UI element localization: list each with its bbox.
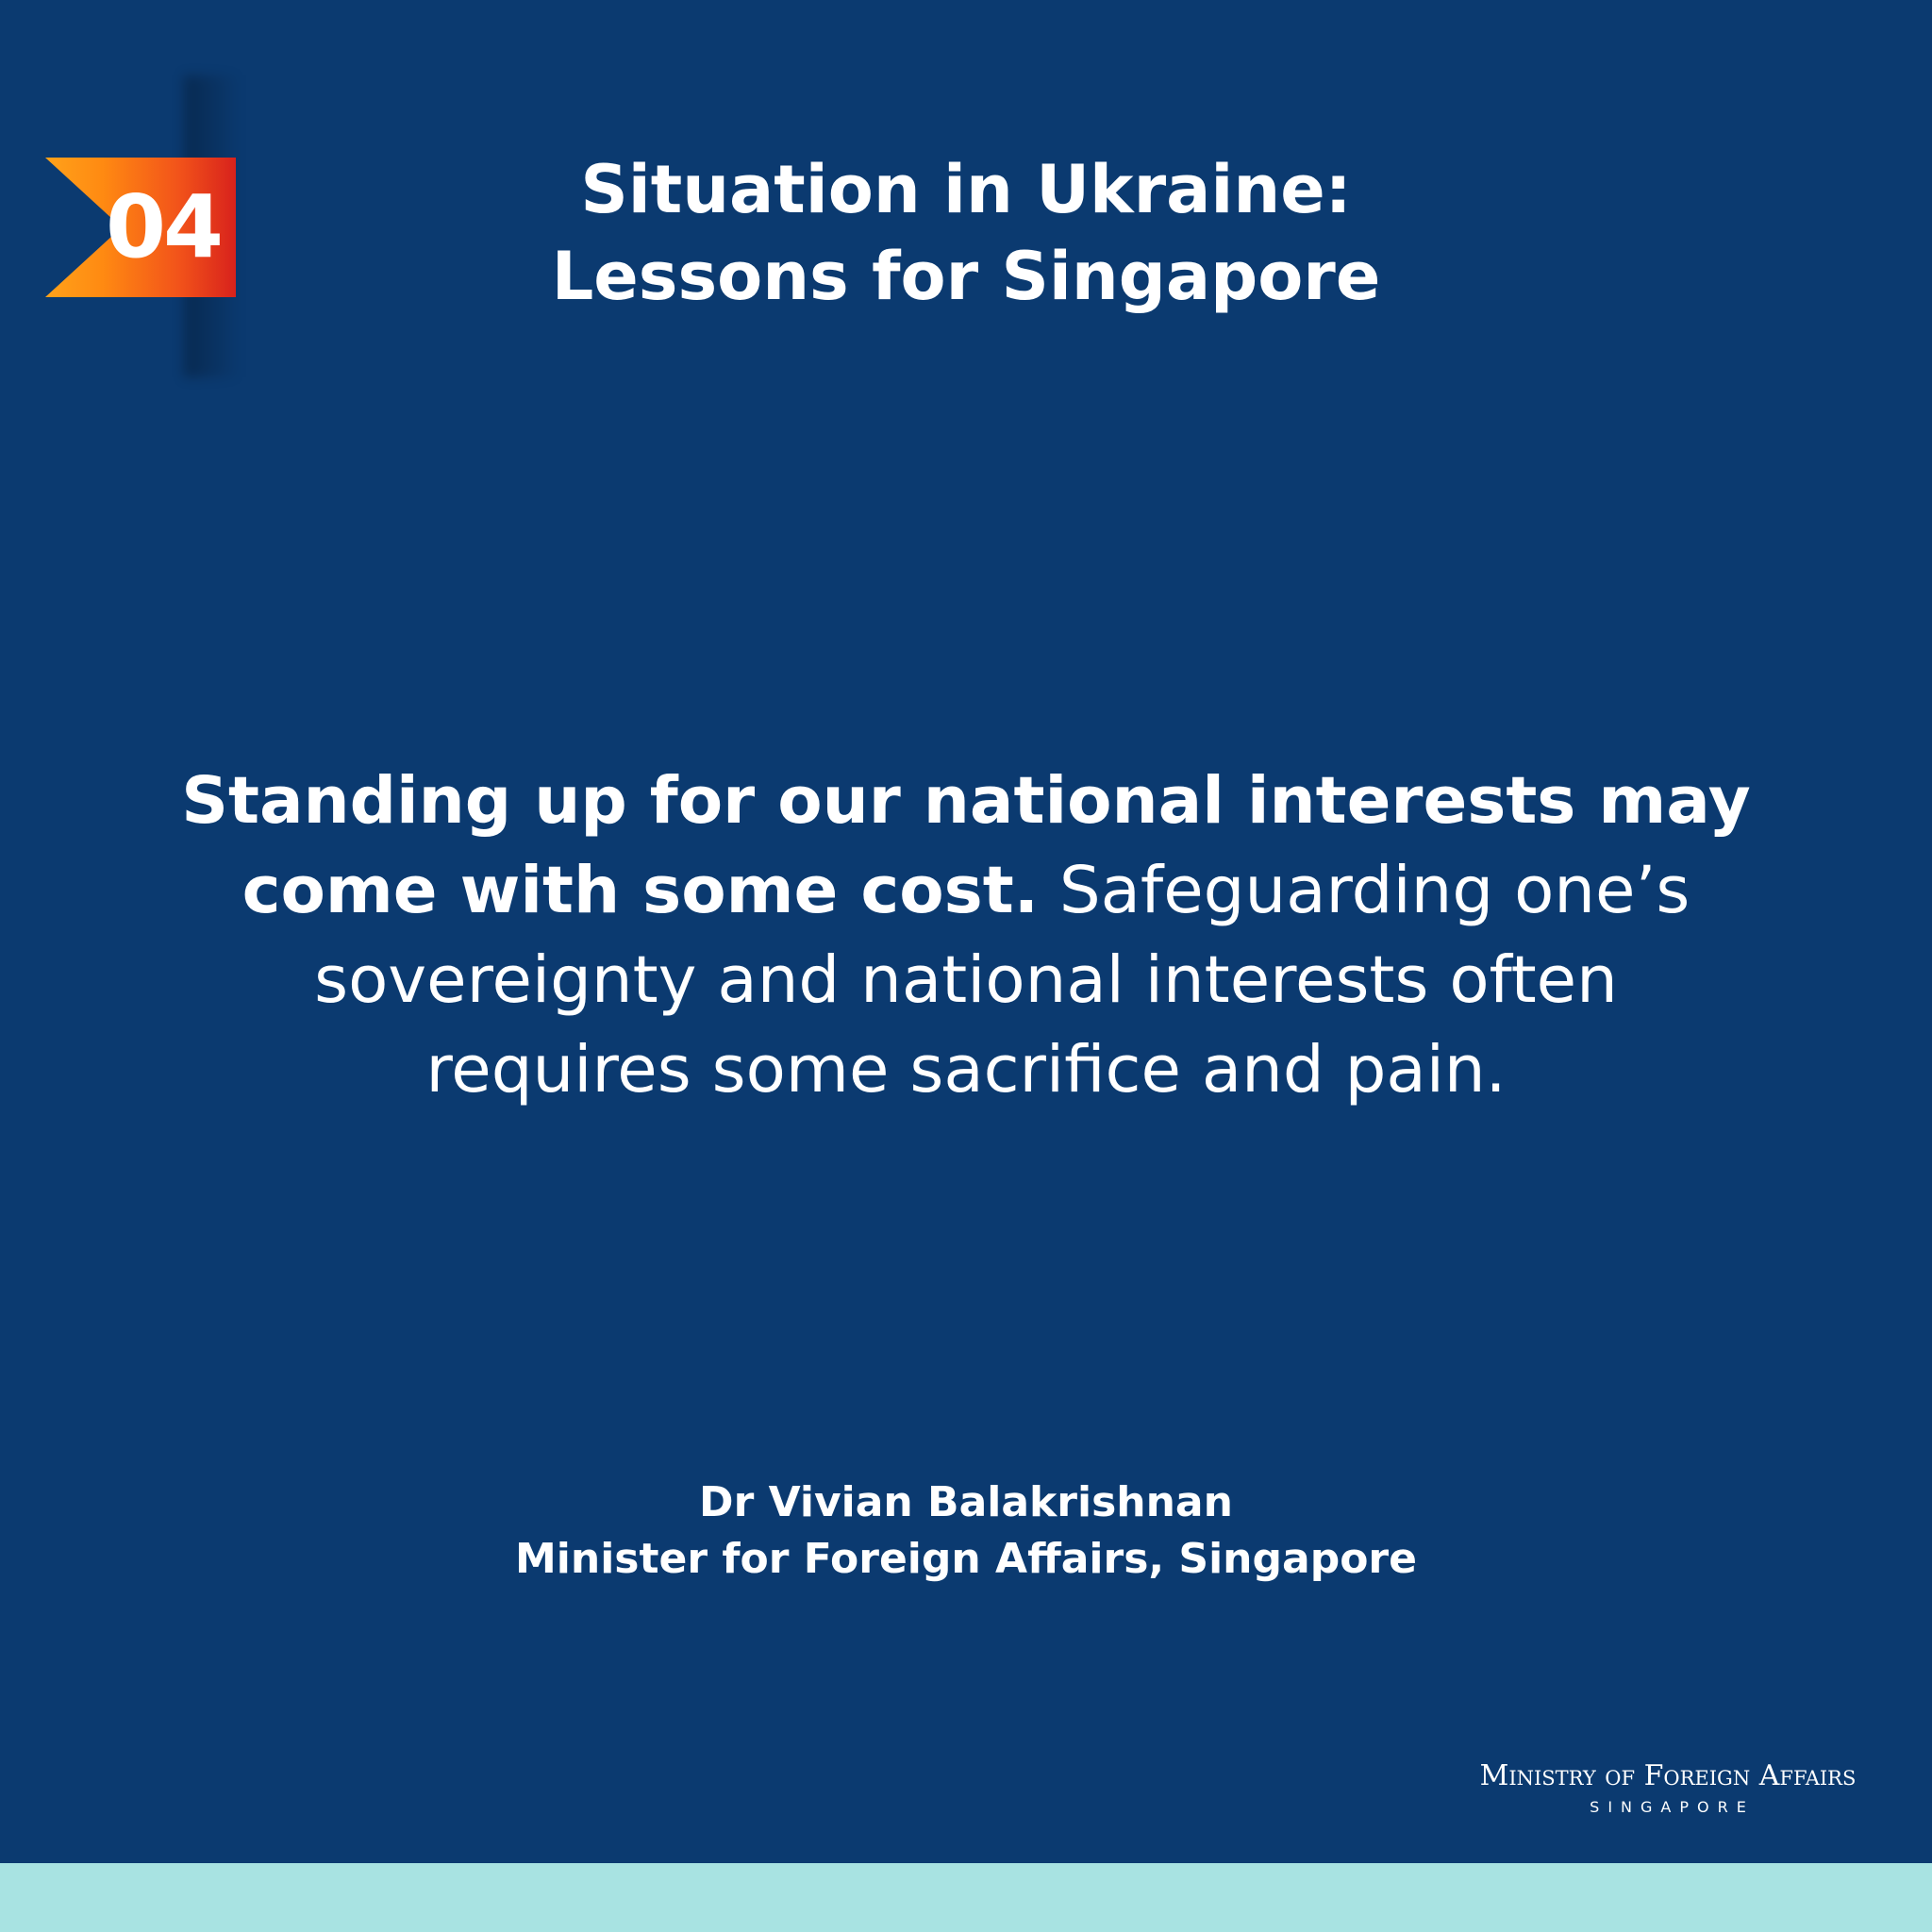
quote-line-2: come with some cost. Safeguarding one’s — [117, 846, 1815, 936]
title-line-1: Situation in Ukraine: — [580, 151, 1352, 228]
quote-text: Standing up for our national interests m… — [117, 757, 1815, 1115]
logo-sub-text: SINGAPORE — [1590, 1798, 1755, 1816]
page-title: Situation in Ukraine: Lessons for Singap… — [400, 146, 1532, 320]
quote-line-4: requires some sacrifice and pain. — [425, 1032, 1507, 1108]
title-line-2: Lessons for Singapore — [551, 238, 1381, 315]
quote-emphasis-2: come with some cost. — [242, 853, 1039, 928]
mfa-logo: Ministry of Foreign Affairs SINGAPORE — [1432, 1759, 1904, 1816]
quote-body-2: Safeguarding one’s — [1038, 853, 1690, 928]
logo-main-text: Ministry of Foreign Affairs — [1479, 1759, 1857, 1792]
quote-line-3: sovereignty and national interests often — [314, 942, 1618, 1018]
quote-emphasis-1: Standing up for our national interests m… — [181, 763, 1751, 839]
badge-number: 04 — [105, 176, 224, 277]
speaker-name: Dr Vivian Balakrishnan — [699, 1478, 1233, 1526]
attribution: Dr Vivian Balakrishnan Minister for Fore… — [400, 1474, 1532, 1588]
quote-line-1: Standing up for our national interests m… — [117, 757, 1815, 846]
bottom-accent-bar — [0, 1863, 1932, 1932]
speaker-role: Minister for Foreign Affairs, Singapore — [515, 1535, 1417, 1583]
